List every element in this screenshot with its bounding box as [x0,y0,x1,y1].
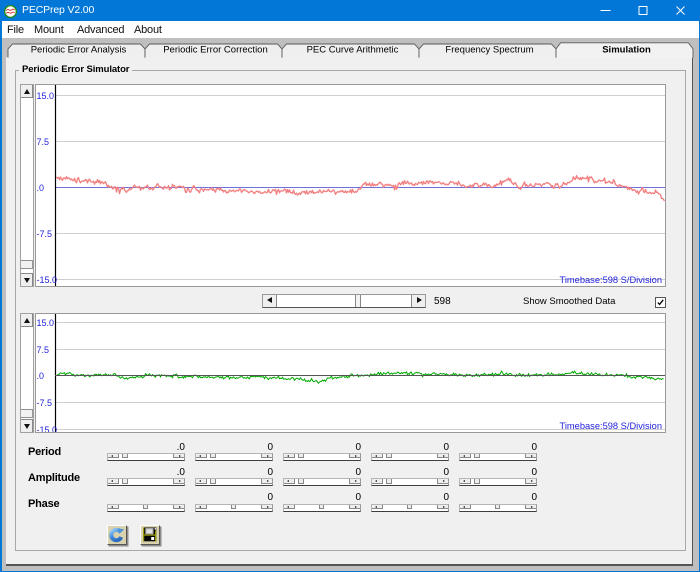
svg-text:15.0: 15.0 [36,91,54,101]
svg-text:.0: .0 [36,371,44,381]
svg-text:7.5: 7.5 [36,345,49,355]
svg-text:7.5: 7.5 [36,137,49,147]
svg-text:Periodic Error Correction: Periodic Error Correction [163,45,268,56]
svg-text:Frequency Spectrum: Frequency Spectrum [445,45,533,56]
svg-text:Periodic Error Analysis: Periodic Error Analysis [31,45,127,56]
svg-text:Timebase:598 S/Division: Timebase:598 S/Division [559,275,661,285]
svg-text:-15.0: -15.0 [36,275,57,285]
svg-text:-7.5: -7.5 [36,229,52,239]
svg-text:Simulation: Simulation [602,45,651,56]
svg-text:-15.0: -15.0 [36,425,57,432]
svg-text:.0: .0 [36,183,44,193]
svg-text:-7.5: -7.5 [36,398,52,408]
svg-text:Timebase:598 S/Division: Timebase:598 S/Division [559,421,661,431]
svg-text:PEC Curve Arithmetic: PEC Curve Arithmetic [307,45,399,56]
svg-text:15.0: 15.0 [36,318,54,328]
